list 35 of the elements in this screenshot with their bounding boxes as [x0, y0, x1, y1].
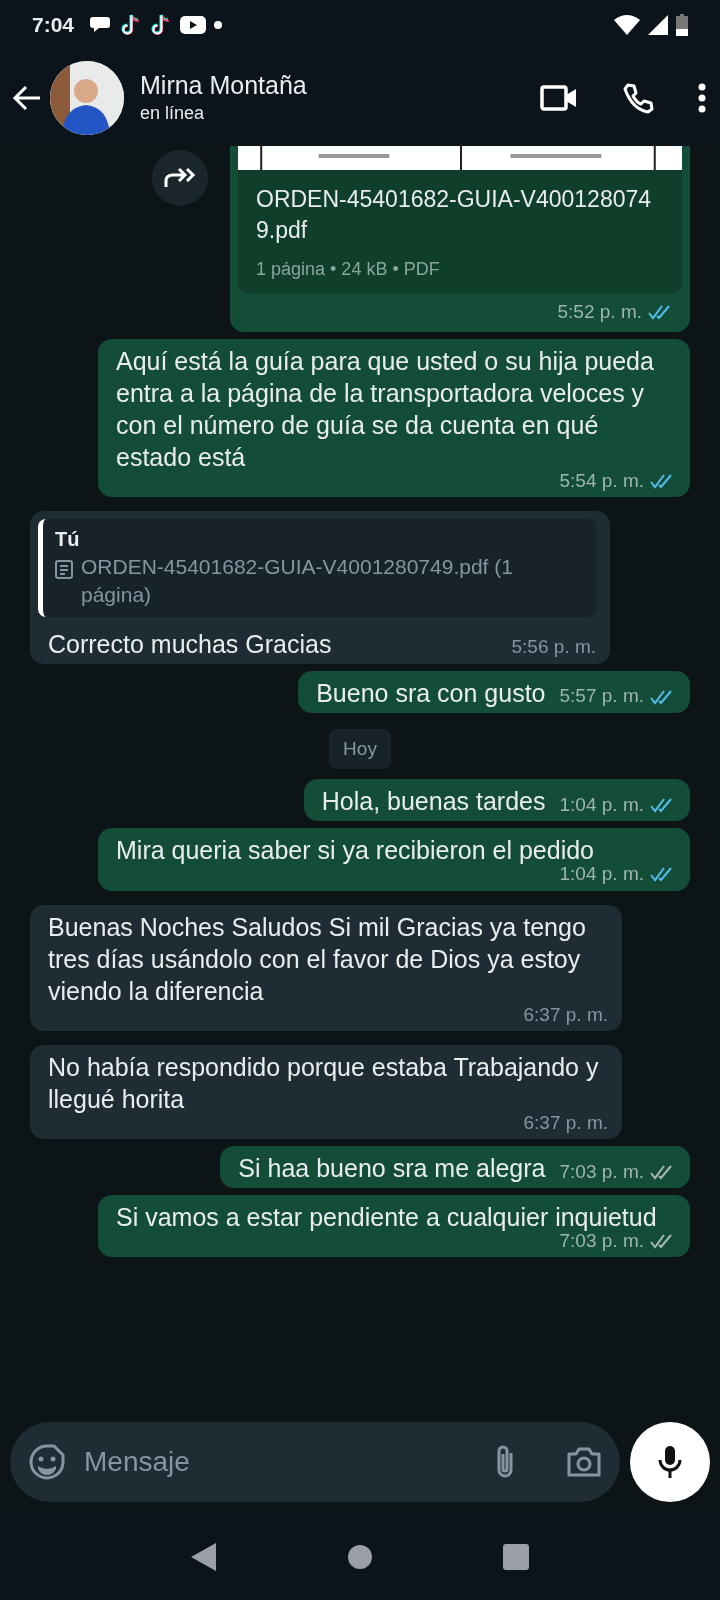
clock: 7:04 — [32, 12, 75, 39]
message-time: 7:03 p. m. — [559, 1159, 644, 1184]
message-time: 5:52 p. m. — [557, 299, 642, 324]
back-icon[interactable] — [12, 85, 42, 111]
sticker-icon[interactable] — [28, 1443, 66, 1481]
battery-icon — [676, 14, 688, 36]
forward-icon — [163, 167, 197, 189]
back-icon[interactable] — [191, 1543, 217, 1571]
message-text: Correcto muchas Gracias — [48, 628, 332, 660]
file-name: ORDEN-45401682-GUIA-V4001280749.pdf — [256, 185, 653, 246]
wifi-icon — [614, 15, 640, 35]
camera-icon[interactable] — [566, 1446, 602, 1478]
quote-text: ORDEN-45401682-GUIA-V4001280749.pdf (1 página) — [81, 553, 514, 609]
message-time: 1:04 p. m. — [559, 792, 644, 817]
quote-author: Tú — [55, 527, 81, 553]
phone-icon[interactable] — [622, 82, 654, 114]
more-options-icon[interactable] — [698, 83, 706, 113]
video-call-icon[interactable] — [540, 84, 578, 112]
forward-button[interactable] — [152, 150, 208, 206]
document-icon — [55, 558, 73, 579]
signal-icon — [648, 15, 668, 35]
message-text: Bueno sra con gusto — [316, 677, 546, 709]
message-time: 5:56 p. m. — [511, 635, 596, 660]
microphone-icon — [658, 1445, 682, 1479]
message-text: Hola, buenas tardes — [321, 786, 546, 818]
chat-bubble-icon — [90, 15, 113, 35]
file-details: 1 página • 24 kB • PDF — [256, 258, 441, 282]
message-text: Si haa bueno sra me alegra — [238, 1153, 546, 1185]
play-icon — [180, 15, 207, 35]
message-time: 5:57 p. m. — [559, 684, 644, 709]
home-icon[interactable] — [347, 1544, 373, 1570]
contact-name[interactable]: Mirna Montaña — [140, 69, 307, 100]
dot-icon — [214, 21, 223, 29]
presence-status: en línea — [140, 101, 206, 125]
message-field[interactable]: Mensaje — [10, 1422, 620, 1502]
